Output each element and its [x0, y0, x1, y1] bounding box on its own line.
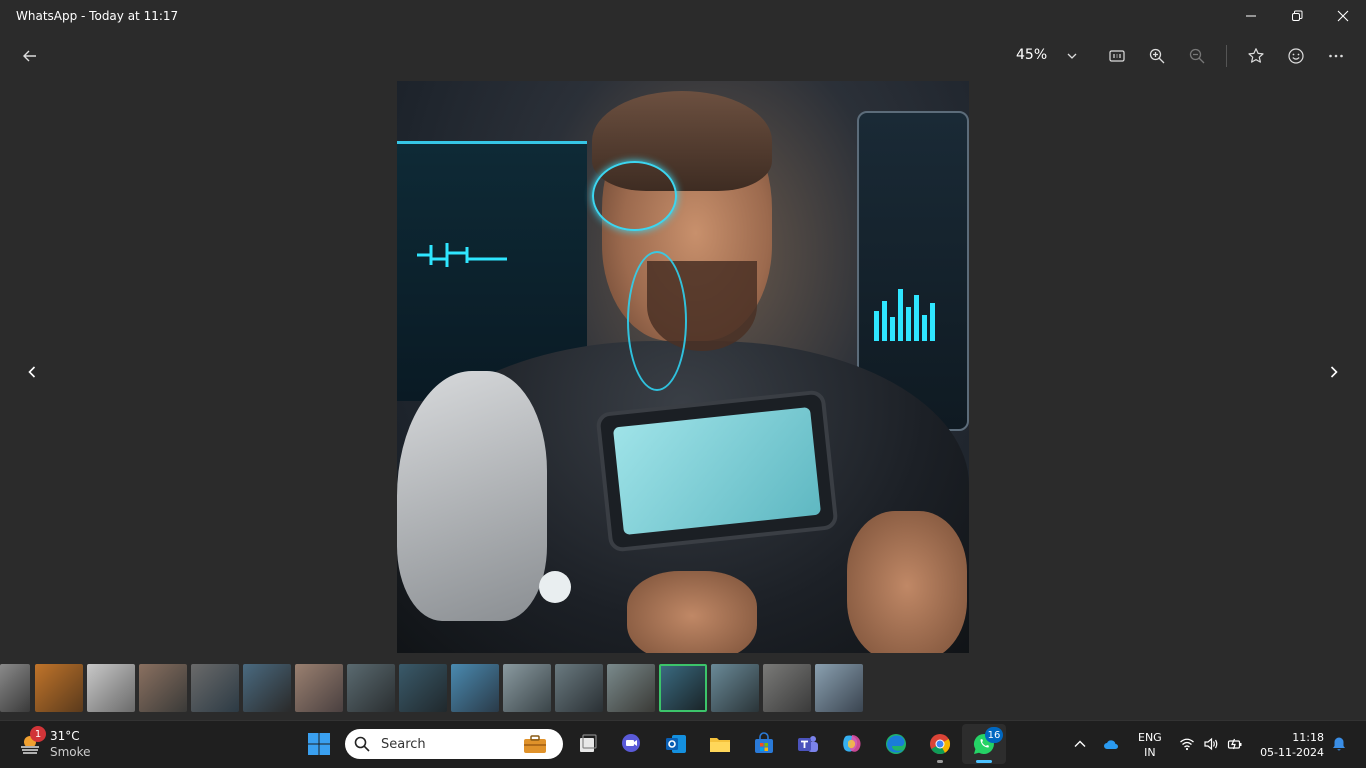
filmstrip-thumbnail[interactable]: [0, 664, 30, 712]
edge-icon[interactable]: [884, 732, 908, 756]
photo-tablet: [595, 389, 839, 553]
clock-time: 11:18: [1292, 731, 1324, 744]
zoom-out-icon: [1189, 48, 1205, 64]
outlook-icon[interactable]: [664, 732, 688, 756]
weather-description[interactable]: Smoke: [50, 745, 91, 759]
filmstrip-thumbnail[interactable]: [87, 664, 135, 712]
next-image-button[interactable]: [1322, 360, 1346, 384]
restore-icon: [1292, 10, 1303, 21]
battery-icon[interactable]: [1227, 736, 1243, 752]
filmstrip-thumbnail-selected[interactable]: [659, 664, 707, 712]
filmstrip-thumbnail[interactable]: [399, 664, 447, 712]
displayed-photo[interactable]: [397, 81, 969, 653]
reaction-button[interactable]: [1280, 44, 1312, 68]
back-button[interactable]: [14, 44, 46, 68]
task-view-icon[interactable]: [575, 732, 599, 756]
photo-bar-graphic: [874, 289, 935, 341]
previous-image-button[interactable]: [20, 360, 44, 384]
photo-left-hand: [627, 571, 757, 653]
language-region: IN: [1144, 746, 1156, 759]
more-options-button[interactable]: [1320, 44, 1352, 68]
photo-brain-graphic: [592, 161, 677, 231]
zoom-in-icon: [1149, 48, 1165, 64]
file-explorer-icon[interactable]: [708, 732, 732, 756]
zoom-in-button[interactable]: [1141, 44, 1173, 68]
taskbar-clock[interactable]: 11:18 05-11-2024: [1254, 730, 1324, 760]
filmstrip-thumbnail[interactable]: [451, 664, 499, 712]
close-icon: [1337, 10, 1349, 22]
photo-waveform: [417, 243, 507, 267]
chevron-left-icon: [28, 366, 36, 378]
teams-icon[interactable]: [796, 732, 820, 756]
zoom-level[interactable]: 45%: [1016, 47, 1047, 63]
chrome-running-indicator: [937, 760, 943, 763]
clock-date: 05-11-2024: [1260, 746, 1324, 759]
window-title: WhatsApp - Today at 11:17: [16, 9, 179, 23]
meet-icon[interactable]: [619, 732, 643, 756]
photo-tablet-screen: [612, 406, 822, 536]
star-icon: [1248, 48, 1264, 63]
toolbar-separator: [1226, 45, 1227, 67]
smiley-icon: [1288, 48, 1304, 64]
chevron-up-icon[interactable]: [1072, 736, 1088, 752]
filmstrip-thumbnail[interactable]: [555, 664, 603, 712]
weather-temperature[interactable]: 31°C: [50, 729, 80, 743]
filmstrip-thumbnail[interactable]: [815, 664, 863, 712]
photo-right-hand: [847, 511, 967, 653]
volume-icon[interactable]: [1203, 736, 1219, 752]
minimize-button[interactable]: [1228, 0, 1274, 32]
whatsapp-notification-badge: 16: [985, 727, 1003, 743]
language-indicator[interactable]: ENG IN: [1138, 730, 1162, 760]
title-bar: [0, 0, 1366, 32]
chevron-right-icon: [1330, 366, 1338, 378]
filmstrip-thumbnail[interactable]: [295, 664, 343, 712]
notification-bell-icon[interactable]: [1331, 736, 1347, 752]
zoom-dropdown-button[interactable]: [1056, 44, 1088, 68]
filmstrip-thumbnail[interactable]: [711, 664, 759, 712]
restore-button[interactable]: [1274, 0, 1320, 32]
photo-wire: [627, 251, 687, 391]
filmstrip-thumbnail[interactable]: [347, 664, 395, 712]
back-arrow-icon: [23, 50, 36, 62]
photo-shoulder-armor: [397, 371, 547, 621]
onedrive-icon[interactable]: [1103, 736, 1119, 752]
search-placeholder: Search: [381, 737, 426, 752]
filmstrip-thumbnail[interactable]: [243, 664, 291, 712]
whatsapp-active-indicator: [976, 760, 992, 763]
close-button[interactable]: [1320, 0, 1366, 32]
language-code: ENG: [1138, 731, 1162, 744]
chevron-down-icon: [1067, 53, 1077, 59]
wifi-icon[interactable]: [1179, 736, 1195, 752]
actual-size-icon: [1109, 50, 1125, 62]
filmstrip-thumbnail[interactable]: [763, 664, 811, 712]
search-icon: [354, 736, 370, 752]
chrome-icon[interactable]: [928, 732, 952, 756]
briefcase-icon: [524, 735, 546, 753]
photo-suit-badge: [539, 571, 571, 603]
minimize-icon: [1246, 15, 1256, 17]
filmstrip-thumbnail[interactable]: [503, 664, 551, 712]
favorite-button[interactable]: [1240, 44, 1272, 68]
actual-size-button[interactable]: [1101, 44, 1133, 68]
filmstrip-thumbnail[interactable]: [35, 664, 83, 712]
weather-alert-badge: 1: [30, 726, 46, 742]
zoom-out-button[interactable]: [1181, 44, 1213, 68]
windows-start-icon[interactable]: [307, 732, 331, 756]
filmstrip-thumbnail[interactable]: [607, 664, 655, 712]
filmstrip-thumbnail[interactable]: [191, 664, 239, 712]
copilot-icon[interactable]: [840, 732, 864, 756]
filmstrip-thumbnail[interactable]: [139, 664, 187, 712]
more-icon: [1329, 54, 1343, 58]
microsoft-store-icon[interactable]: [752, 732, 776, 756]
